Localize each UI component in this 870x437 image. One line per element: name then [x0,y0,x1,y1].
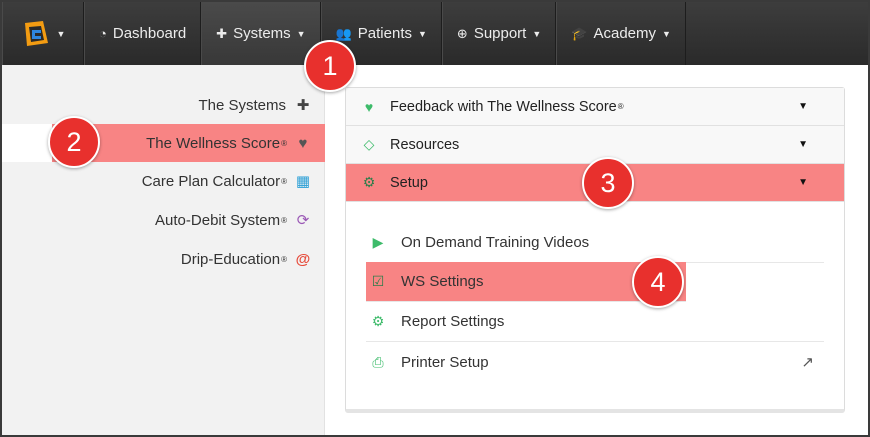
registered-mark: ® [281,254,287,264]
accordion-feedback[interactable]: ♥ Feedback with The Wellness Score ® ▼ [346,88,844,126]
puzzle-icon: ✚ [216,25,228,41]
nav-academy[interactable]: 🎓 Academy ▼ [556,2,686,65]
top-navbar: ▼ ◔ Dashboard ✚ Systems ▼ 👥 Patients ▼ ⊕… [2,2,868,65]
chevron-down-icon: ▼ [798,101,808,112]
wellness-score-panel: ♥ Feedback with The Wellness Score ® ▼ ◇… [345,87,845,413]
printer-icon: ⎙ [372,353,384,370]
diamond-icon: ◇ [363,136,375,152]
chevron-down-icon: ▼ [56,28,66,39]
registered-mark: ® [281,138,287,148]
gear-icon: ⚙ [371,313,385,329]
accordion-resources[interactable]: ◇ Resources ▼ [346,126,844,164]
nav-dashboard-label: Dashboard [112,25,187,42]
app-window: ▼ ◔ Dashboard ✚ Systems ▼ 👥 Patients ▼ ⊕… [0,0,870,437]
setup-item-label: Report Settings [401,313,505,330]
users-icon: 👥 [335,25,352,41]
accordion-label: Setup [390,174,428,191]
step-badge-2: 2 [48,116,100,168]
heart-pulse-icon: ♥ [298,134,308,152]
registered-mark: ® [617,102,624,111]
external-link-icon[interactable]: ↗ [801,353,814,371]
setup-item-label: On Demand Training Videos [401,234,590,251]
sidebar-item-label: Drip-Education [180,250,281,268]
nav-patients-label: Patients [357,25,412,42]
nav-systems-label: Systems [233,25,291,42]
nav-dashboard[interactable]: ◔ Dashboard [84,2,202,65]
setup-item-report-settings[interactable]: ⚙ Report Settings [366,302,824,342]
refresh-icon: ⟳ [296,212,310,229]
setup-item-training-videos[interactable]: ▶ On Demand Training Videos [366,223,824,263]
dashboard-icon: ◔ [99,26,107,41]
chevron-down-icon: ▼ [532,28,542,39]
heartbeat-icon: ♥ [364,98,374,115]
step-badge-4: 4 [632,256,684,308]
chevron-down-icon: ▼ [798,139,808,150]
registered-mark: ® [281,176,287,186]
cogs-icon: ⚙ [362,174,376,190]
sidebar-item-care-plan-calculator[interactable]: Care Plan Calculator ® ▦ [2,162,325,200]
nav-support[interactable]: ⊕ Support ▼ [441,2,557,65]
nav-academy-label: Academy [593,25,656,42]
calculator-icon: ▦ [295,173,311,190]
sidebar-item-label: The Wellness Score [146,134,281,152]
chevron-down-icon: ▼ [662,28,671,39]
systems-sidebar: The Systems ✚ The Wellness Score ® ♥ Car… [2,65,325,435]
video-camera-icon: ▶ [372,234,384,250]
sidebar-item-auto-debit-system[interactable]: Auto-Debit System ® ⟳ [2,201,325,239]
accordion-label: Feedback with The Wellness Score [390,98,617,115]
step-badge-3: 3 [582,157,634,209]
graduation-cap-icon: 🎓 [571,25,588,41]
sidebar-item-drip-education[interactable]: Drip-Education ® @ [2,240,325,278]
accordion-label: Resources [390,136,460,153]
setup-item-label: WS Settings [401,273,484,290]
setup-item-label: Printer Setup [401,353,489,371]
chevron-down-icon: ▼ [417,28,427,39]
nav-support-label: Support [473,25,527,42]
sidebar-item-label: Care Plan Calculator [141,172,281,190]
lifebuoy-icon: ⊕ [456,25,468,41]
chevron-down-icon: ▼ [798,177,808,188]
setup-item-printer-setup[interactable]: ⎙ Printer Setup ↗ [366,342,824,382]
registered-mark: ® [281,215,287,225]
nav-systems[interactable]: ✚ Systems ▼ [201,2,321,65]
step-badge-1: 1 [304,40,356,92]
sidebar-item-the-systems[interactable]: The Systems ✚ [2,86,325,124]
at-sign-icon: @ [295,250,311,268]
brand-menu-button[interactable]: ▼ [2,2,84,65]
checkbox-icon: ☑ [371,273,385,289]
brand-logo-icon [21,19,51,49]
chevron-down-icon: ▼ [296,28,306,39]
puzzle-icon: ✚ [296,97,310,114]
sidebar-item-label: The Systems [198,96,286,114]
sidebar-item-label: Auto-Debit System [155,211,281,229]
